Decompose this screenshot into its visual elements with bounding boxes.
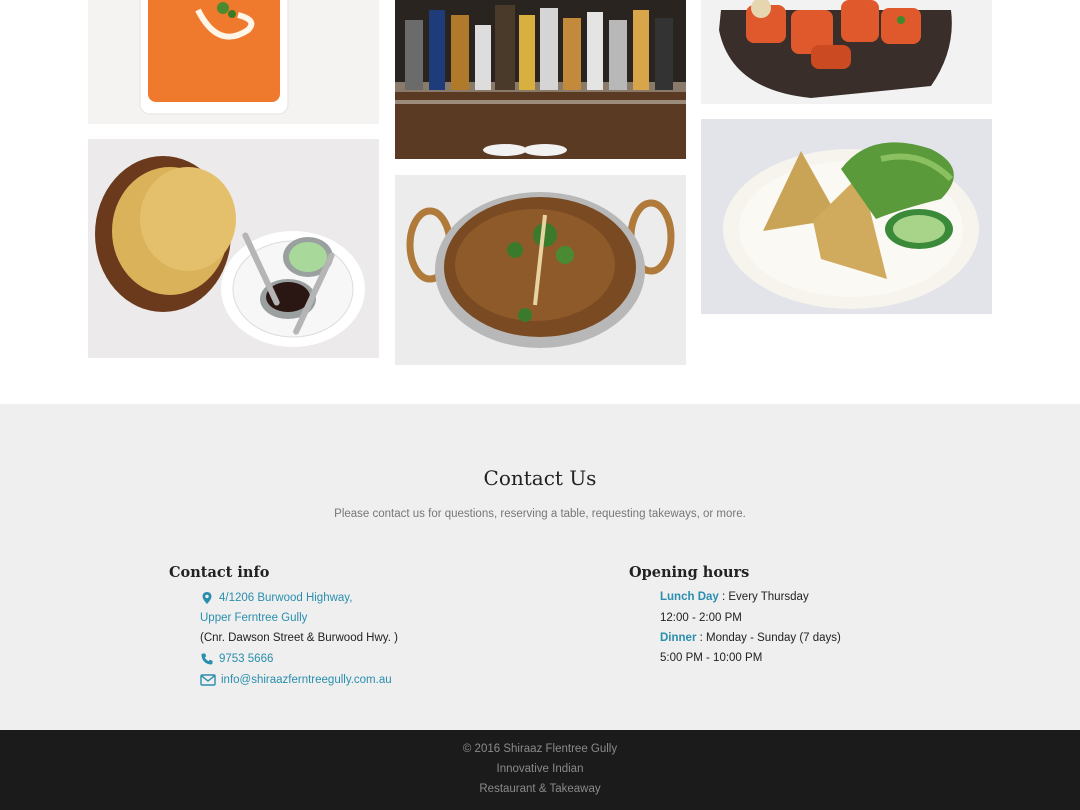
address-cross-streets: (Cnr. Dawson Street & Burwood Hwy. ) bbox=[200, 632, 398, 644]
dinner-days: : Monday - Sunday (7 days) bbox=[696, 632, 841, 644]
footer-copyright: © 2016 Shiraaz Flentree Gully bbox=[462, 743, 618, 755]
footer-tagline: Innovative Indian bbox=[496, 763, 584, 775]
photo-gallery bbox=[0, 0, 1080, 404]
contact-section: Contact Us Please contact us for questio… bbox=[0, 404, 1080, 730]
opening-hours-heading: Opening hours bbox=[629, 564, 750, 581]
contact-title: Contact Us bbox=[483, 466, 597, 490]
address-note: (Cnr. Dawson Street & Burwood Hwy. ) bbox=[200, 632, 398, 644]
map-marker-icon bbox=[200, 591, 214, 605]
contact-subtitle: Please contact us for questions, reservi… bbox=[334, 508, 746, 520]
phone-link[interactable]: 9753 5666 bbox=[219, 653, 273, 665]
contact-info-heading: Contact info bbox=[169, 564, 270, 581]
lunch-hours-row: Lunch Day : Every Thursday bbox=[660, 591, 809, 603]
curry-karahi-photo[interactable] bbox=[395, 175, 686, 365]
lunch-days: : Every Thursday bbox=[718, 591, 809, 603]
address-line-2[interactable]: Upper Ferntree Gully bbox=[200, 612, 307, 624]
envelope-icon bbox=[200, 673, 216, 687]
dinner-time: 5:00 PM - 10:00 PM bbox=[660, 652, 763, 664]
butter-chicken-photo[interactable] bbox=[88, 0, 379, 124]
dinner-hours-row: Dinner : Monday - Sunday (7 days) bbox=[660, 632, 841, 644]
tandoori-platter-photo[interactable] bbox=[701, 0, 992, 104]
email-link[interactable]: info@shiraazferntreegully.com.au bbox=[221, 674, 392, 686]
phone-icon bbox=[200, 652, 214, 666]
dinner-label: Dinner bbox=[660, 632, 697, 644]
address-street-link[interactable]: 4/1206 Burwood Highway, bbox=[219, 592, 352, 604]
email-line[interactable]: info@shiraazferntreegully.com.au bbox=[200, 673, 392, 687]
site-footer: © 2016 Shiraaz Flentree Gully Innovative… bbox=[0, 730, 1080, 810]
lunch-time-row: 12:00 - 2:00 PM bbox=[660, 612, 742, 624]
lunch-label: Lunch Day bbox=[660, 591, 719, 603]
samosa-salad-photo[interactable] bbox=[701, 119, 992, 314]
lunch-time: 12:00 - 2:00 PM bbox=[660, 612, 742, 624]
footer-business-type: Restaurant & Takeaway bbox=[479, 783, 601, 795]
dinner-time-row: 5:00 PM - 10:00 PM bbox=[660, 652, 762, 664]
papadums-chutney-photo[interactable] bbox=[88, 139, 379, 358]
address-suburb-link[interactable]: Upper Ferntree Gully bbox=[200, 612, 307, 624]
address-line-1[interactable]: 4/1206 Burwood Highway, bbox=[200, 591, 352, 605]
phone-line[interactable]: 9753 5666 bbox=[200, 652, 273, 666]
bar-bottles-photo[interactable] bbox=[395, 0, 686, 159]
